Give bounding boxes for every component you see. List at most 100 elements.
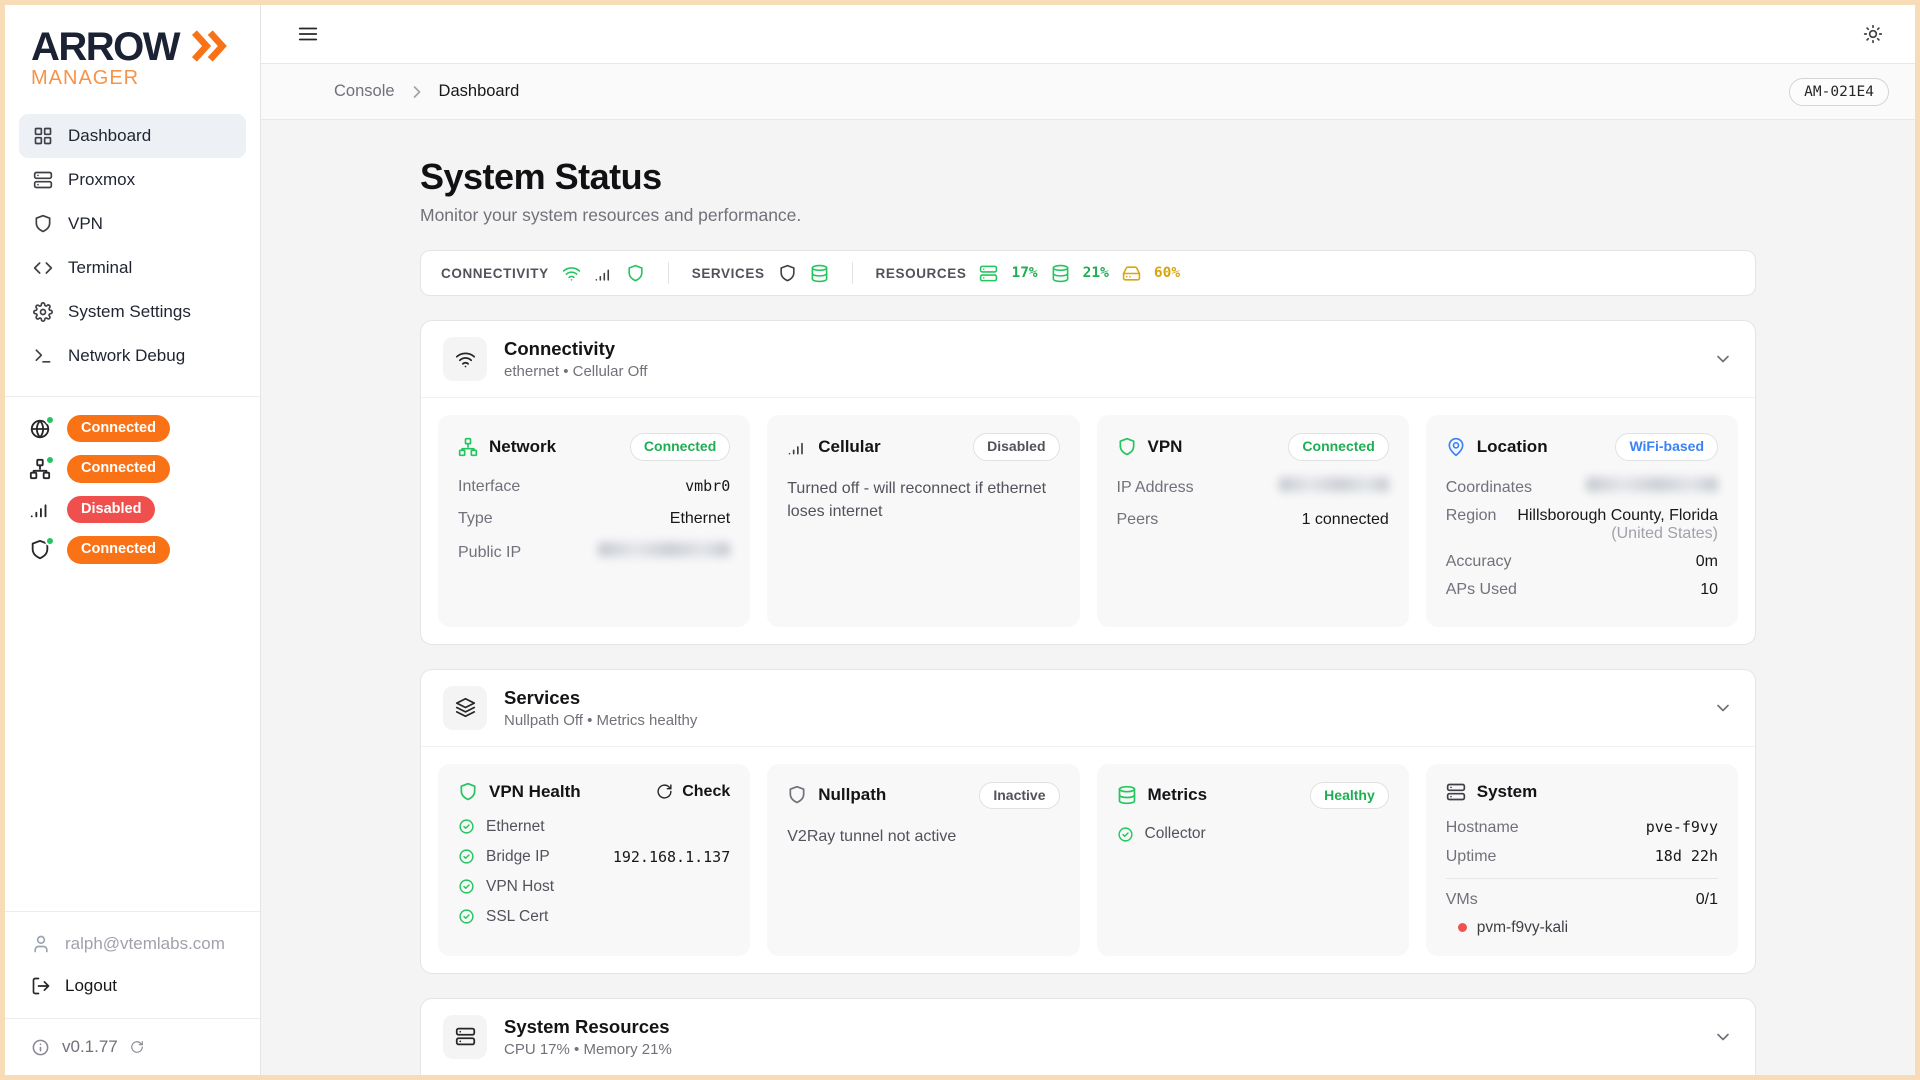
theme-toggle-button[interactable] xyxy=(1863,24,1883,44)
location-card: Location WiFi-based Coordinates Region H… xyxy=(1426,415,1738,627)
sidebar-item-system-settings[interactable]: System Settings xyxy=(19,290,246,334)
layers-icon xyxy=(455,697,476,718)
sidebar-item-label: System Settings xyxy=(68,302,191,322)
cellular-card: Cellular Disabled Turned off - will reco… xyxy=(767,415,1079,627)
field-label: Region xyxy=(1446,507,1497,525)
shield-icon xyxy=(787,785,807,805)
field-label: Interface xyxy=(458,478,520,496)
connectivity-panel: Connectivity ethernet • Cellular Off Net… xyxy=(420,320,1756,645)
field-label: VMs xyxy=(1446,891,1478,909)
online-dot xyxy=(45,415,55,425)
breadcrumb: Console Dashboard xyxy=(334,82,519,102)
page-subtitle: Monitor your system resources and perfor… xyxy=(420,205,1756,226)
field-label: Accuracy xyxy=(1446,553,1512,571)
shield-icon xyxy=(458,782,478,802)
interface-value: vmbr0 xyxy=(685,477,730,495)
panel-subtitle: Nullpath Off • Metrics healthy xyxy=(504,712,697,729)
wifi-icon xyxy=(455,349,476,370)
bridge-ip-value: 192.168.1.137 xyxy=(613,848,730,866)
card-title: Location xyxy=(1477,437,1548,457)
status-strip: CONNECTIVITY SERVICES RESOURCES 17% 21% xyxy=(420,250,1756,296)
field-label: APs Used xyxy=(1446,581,1517,599)
brand-double-chevron-icon xyxy=(187,29,231,63)
status-badge: Connected xyxy=(630,433,730,461)
sidebar-status-list: Connected Connected Disabled Connected xyxy=(5,396,260,587)
check-circle-icon xyxy=(1117,826,1134,843)
panel-subtitle: CPU 17% • Memory 21% xyxy=(504,1041,672,1058)
status-badge: Connected xyxy=(67,455,170,482)
vm-name: pvm-f9vy-kali xyxy=(1477,919,1568,937)
sidebar-item-vpn[interactable]: VPN xyxy=(19,202,246,246)
database-icon xyxy=(1051,264,1070,283)
divider xyxy=(668,262,669,284)
disk-percent: 60% xyxy=(1154,265,1180,281)
status-row-cellular: Disabled xyxy=(29,496,236,523)
user-icon xyxy=(31,934,51,954)
map-pin-icon xyxy=(1446,437,1466,457)
info-icon xyxy=(31,1038,50,1057)
status-badge: Healthy xyxy=(1310,782,1389,810)
status-badge: WiFi-based xyxy=(1615,433,1718,461)
device-id-badge: AM-021E4 xyxy=(1789,78,1889,106)
check-circle-icon xyxy=(458,848,475,865)
gear-icon xyxy=(33,302,53,322)
signal-bars-icon xyxy=(787,437,807,457)
sidebar-item-terminal[interactable]: Terminal xyxy=(19,246,246,290)
check-circle-icon xyxy=(458,818,475,835)
logout-button[interactable]: Logout xyxy=(31,976,234,996)
sidebar-item-label: Dashboard xyxy=(68,126,151,146)
services-label: SERVICES xyxy=(692,266,765,281)
services-panel-header[interactable]: Services Nullpath Off • Metrics healthy xyxy=(421,670,1755,747)
check-row: Collector xyxy=(1117,825,1389,843)
server-icon xyxy=(1446,782,1466,802)
divider xyxy=(1446,878,1718,879)
sidebar-item-label: Network Debug xyxy=(68,346,185,366)
chevron-down-icon[interactable] xyxy=(1713,698,1733,718)
wifi-icon-box xyxy=(443,337,487,381)
redacted-vpn-ip xyxy=(1279,477,1389,492)
divider xyxy=(852,262,853,284)
connectivity-panel-header[interactable]: Connectivity ethernet • Cellular Off xyxy=(421,321,1755,398)
card-title: Nullpath xyxy=(818,785,886,805)
user-email-text: ralph@vtemlabs.com xyxy=(65,934,225,954)
chevron-down-icon[interactable] xyxy=(1713,349,1733,369)
chevron-down-icon[interactable] xyxy=(1713,1027,1733,1047)
uptime-value: 18d 22h xyxy=(1655,847,1718,865)
sidebar-item-network-debug[interactable]: Network Debug xyxy=(19,334,246,378)
hard-drive-icon xyxy=(1122,264,1141,283)
metrics-card: Metrics Healthy Collector xyxy=(1097,764,1409,956)
vm-stopped-dot xyxy=(1458,923,1467,932)
check-button-label: Check xyxy=(682,783,730,801)
database-icon xyxy=(1117,785,1137,805)
network-nodes-icon xyxy=(29,458,51,480)
refresh-icon[interactable] xyxy=(130,1040,144,1054)
system-resources-panel: System Resources CPU 17% • Memory 21% CP… xyxy=(420,998,1756,1076)
sidebar-item-proxmox[interactable]: Proxmox xyxy=(19,158,246,202)
brand-name: ARROW xyxy=(31,27,179,67)
logout-icon xyxy=(31,976,51,996)
card-title: Network xyxy=(489,437,556,457)
content-scroll-area[interactable]: System Status Monitor your system resour… xyxy=(261,120,1915,1075)
sidebar: ARROW MANAGER Dashboard Proxmox VPN xyxy=(5,5,261,1075)
status-badge: Connected xyxy=(1288,433,1388,461)
check-circle-icon xyxy=(458,908,475,925)
main-area: Console Dashboard AM-021E4 System Status… xyxy=(261,5,1915,1075)
check-button[interactable]: Check xyxy=(656,783,730,801)
page-title: System Status xyxy=(420,156,1756,198)
sidebar-item-dashboard[interactable]: Dashboard xyxy=(19,114,246,158)
card-title: Metrics xyxy=(1148,785,1208,805)
status-badge: Inactive xyxy=(979,782,1059,810)
region-value: Hillsborough County, Florida (United Sta… xyxy=(1506,507,1718,543)
nullpath-note: V2Ray tunnel not active xyxy=(787,825,1059,848)
vpn-card: VPN Connected IP Address Peers1 connecte… xyxy=(1097,415,1409,627)
terminal-prompt-icon xyxy=(33,346,53,366)
breadcrumb-console[interactable]: Console xyxy=(334,82,395,101)
field-label: Type xyxy=(458,510,493,528)
system-resources-panel-header[interactable]: System Resources CPU 17% • Memory 21% xyxy=(421,999,1755,1076)
cpu-percent: 17% xyxy=(1011,265,1037,281)
redacted-public-ip xyxy=(598,542,730,557)
sidebar-toggle-button[interactable] xyxy=(297,23,319,45)
sidebar-item-label: Proxmox xyxy=(68,170,135,190)
status-badge: Disabled xyxy=(973,433,1059,461)
hamburger-icon xyxy=(297,23,319,45)
